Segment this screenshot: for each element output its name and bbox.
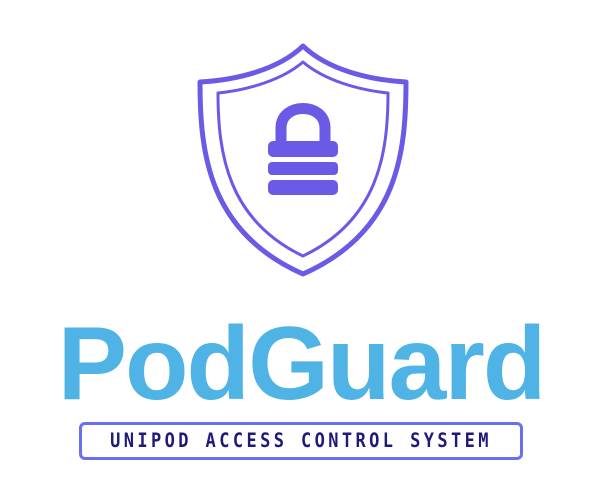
padlock-bar-2 xyxy=(268,162,338,175)
padlock-shackle xyxy=(275,103,331,142)
podguard-logo: PodGuard UNIPOD ACCESS CONTROL SYSTEM xyxy=(0,0,602,487)
shield-inner-outline xyxy=(216,60,390,258)
tagline-text: UNIPOD ACCESS CONTROL SYSTEM xyxy=(110,429,492,453)
padlock-bar-1 xyxy=(268,141,338,157)
padlock-bar-3 xyxy=(268,180,338,195)
tagline-box: UNIPOD ACCESS CONTROL SYSTEM xyxy=(79,422,523,460)
shield-icon xyxy=(197,43,409,277)
padlock-icon xyxy=(268,103,338,195)
brand-name: PodGuard xyxy=(57,306,547,422)
shield-outer-outline xyxy=(197,43,409,277)
